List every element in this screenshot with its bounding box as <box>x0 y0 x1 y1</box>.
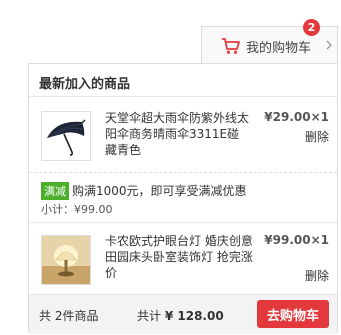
product-name-link[interactable]: 天堂伞超大雨伞防紫外线太阳伞商务晴雨伞3311E碰 藏青色 <box>105 110 253 158</box>
promotion-subtotal: 小计：¥99.00 <box>41 203 113 216</box>
panel-title: 最新加入的商品 <box>39 77 131 92</box>
umbrella-icon <box>47 119 86 156</box>
total-label: 共计 <box>137 309 162 323</box>
chevron-right-icon <box>326 40 332 50</box>
product-name-link[interactable]: 卡农欧式护眼台灯 婚庆创意田园床头卧室装饰灯 抢完涨价 <box>105 233 253 281</box>
cart-footer: 共 2件商品 共计 ¥ 128.00 去购物车 <box>29 294 337 334</box>
product-price: ¥29.00×1 <box>264 110 329 124</box>
cart-item: 天堂伞超大雨伞防紫外线太阳伞商务晴雨伞3311E碰 藏青色 ¥29.00×1 删… <box>29 96 337 184</box>
promotion-block: 满减 购满1000元，即可享受满减优惠 小计：¥99.00 <box>29 172 337 223</box>
delete-button[interactable]: 删除 <box>305 128 329 145</box>
total-price: 共计 ¥ 128.00 <box>137 307 224 324</box>
promotion-tag: 满减 <box>41 182 69 200</box>
lamp-icon <box>42 236 90 284</box>
total-value: ¥ 128.00 <box>164 309 224 323</box>
cart-label: 我的购物车 <box>246 41 312 56</box>
product-thumbnail[interactable] <box>41 111 91 161</box>
cart-trigger[interactable]: 我的购物车 2 <box>201 19 338 64</box>
promotion-text: 购满1000元，即可享受满减优惠 <box>72 184 247 198</box>
cart-item: 卡农欧式护眼台灯 婚庆创意田园床头卧室装饰灯 抢完涨价 ¥99.00×1 删除 <box>29 222 337 294</box>
shopping-cart-icon <box>222 38 240 54</box>
promotion-row: 满减 购满1000元，即可享受满减优惠 <box>41 182 247 200</box>
go-to-cart-button[interactable]: 去购物车 <box>257 300 329 328</box>
delete-button[interactable]: 删除 <box>305 267 329 284</box>
product-thumbnail[interactable] <box>41 235 91 285</box>
product-price: ¥99.00×1 <box>264 233 329 247</box>
cart-count-badge: 2 <box>303 19 320 36</box>
mini-cart-panel: 最新加入的商品 天堂伞超大雨伞防紫外线太阳伞商务晴雨伞3311E碰 藏青色 ¥2… <box>28 63 338 334</box>
item-count: 共 2件商品 <box>39 309 99 323</box>
